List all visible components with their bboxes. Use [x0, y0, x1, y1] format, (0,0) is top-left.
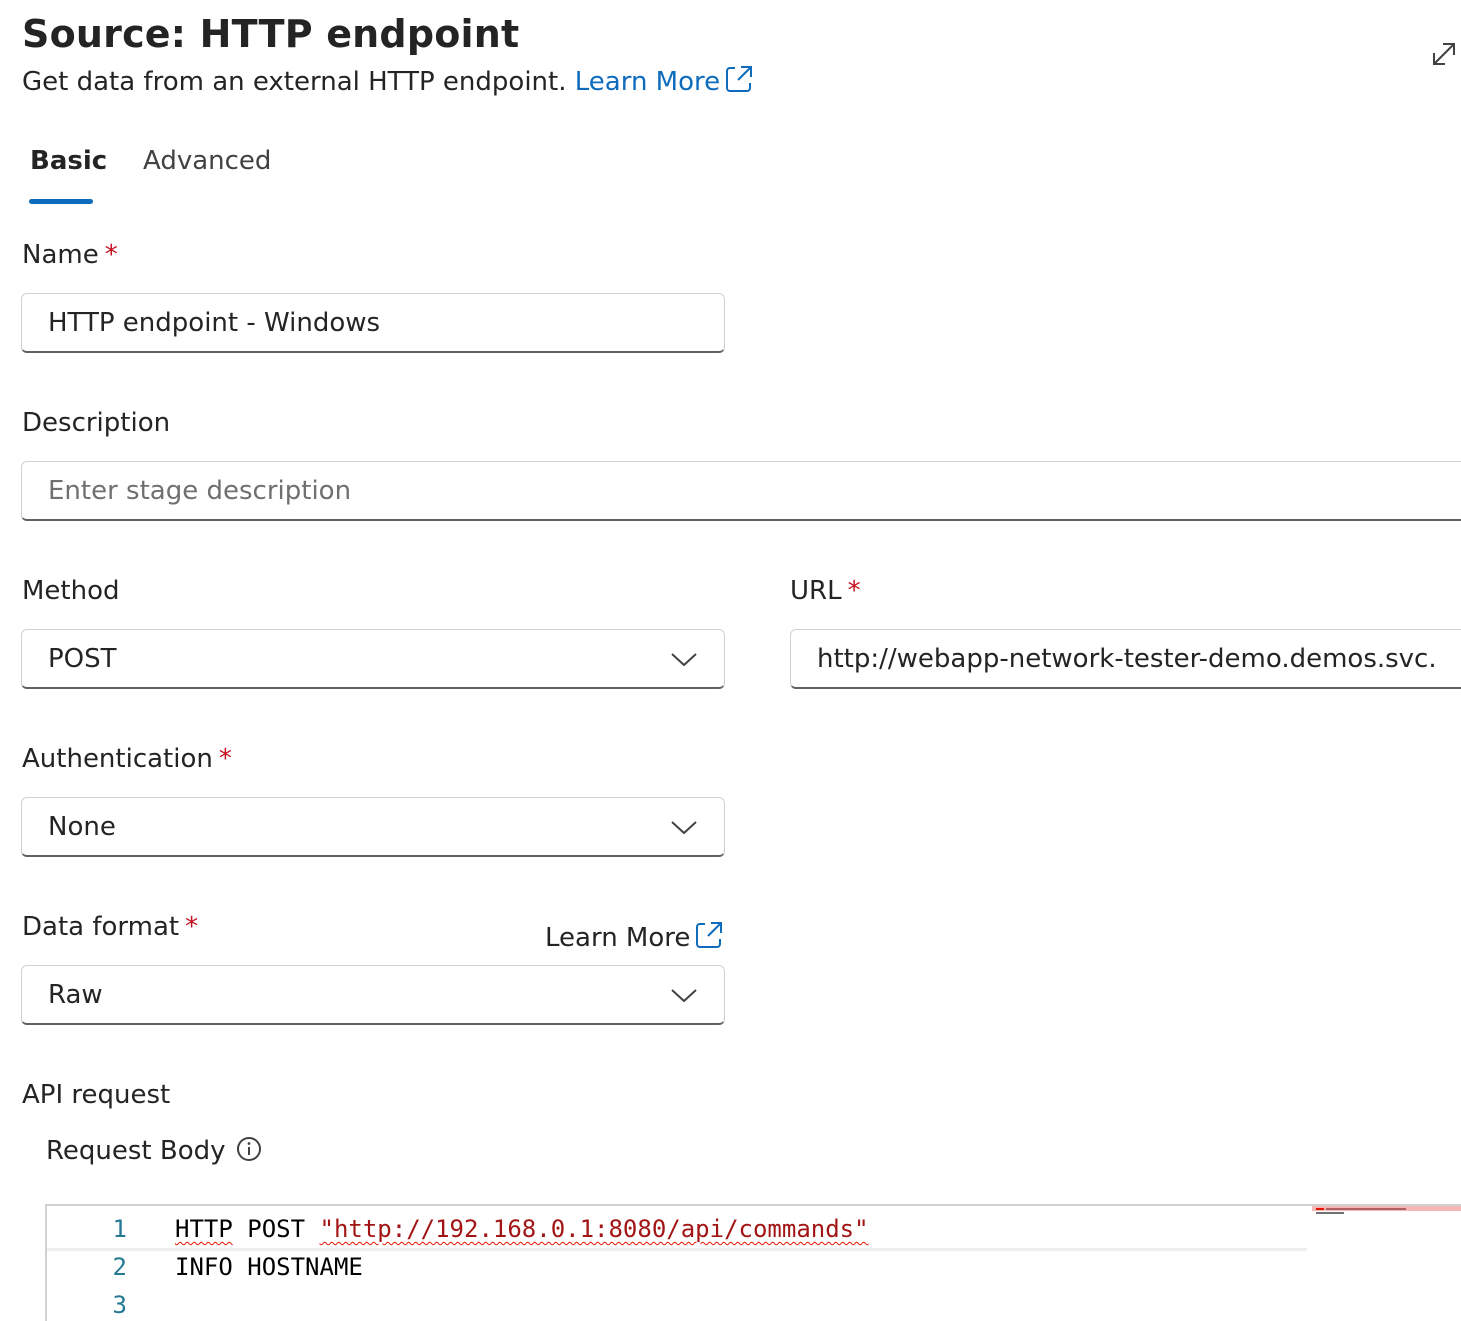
line-number: 2	[112, 1253, 127, 1281]
code-line: 1 HTTP POST "http://192.168.0.1:8080/api…	[47, 1210, 1307, 1251]
data-format-label-text: Data format	[22, 912, 180, 942]
minimap-line	[1316, 1212, 1344, 1214]
description-input[interactable]	[48, 475, 1435, 506]
learn-more-link[interactable]: Learn More	[574, 66, 754, 97]
code-text: POST	[232, 1215, 320, 1243]
method-selected-value: POST	[48, 643, 117, 674]
line-text: INFO HOSTNAME	[175, 1253, 363, 1281]
external-link-icon	[696, 922, 723, 948]
data-format-selected-value: Raw	[48, 979, 103, 1010]
expand-icon[interactable]	[1426, 36, 1461, 72]
authentication-dropdown[interactable]: None	[21, 797, 725, 857]
name-input[interactable]	[48, 307, 698, 338]
line-number: 1	[112, 1215, 127, 1243]
required-asterisk: *	[104, 240, 118, 270]
code-line: 2 INFO HOSTNAME	[47, 1248, 1307, 1286]
data-format-dropdown[interactable]: Raw	[21, 965, 725, 1025]
method-label: Method	[22, 576, 120, 606]
name-field[interactable]	[21, 293, 725, 353]
description-field[interactable]	[21, 461, 1461, 521]
data-format-label: Data format *	[22, 912, 198, 942]
chevron-down-icon	[671, 653, 697, 667]
request-body-editor[interactable]: 1 HTTP POST "http://192.168.0.1:8080/api…	[45, 1204, 1461, 1321]
info-icon[interactable]	[236, 1136, 262, 1162]
code-keyword: HTTP	[175, 1215, 233, 1243]
authentication-label: Authentication *	[22, 744, 232, 774]
url-input[interactable]	[817, 643, 1435, 674]
required-asterisk: *	[847, 576, 861, 606]
tab-selected-indicator	[29, 199, 93, 204]
url-label-text: URL	[790, 576, 842, 606]
request-body-label-text: Request Body	[46, 1136, 226, 1166]
url-label: URL *	[790, 576, 861, 606]
chevron-down-icon	[671, 989, 697, 1003]
external-link-icon	[726, 66, 753, 92]
required-asterisk: *	[185, 912, 199, 942]
page-subtitle: Get data from an external HTTP endpoint.…	[22, 64, 754, 97]
authentication-label-text: Authentication	[22, 744, 213, 774]
learn-more-label: Learn More	[574, 67, 721, 97]
name-label: Name *	[22, 240, 118, 270]
code-string: "http://192.168.0.1:8080/api/commands"	[319, 1215, 869, 1243]
name-label-text: Name	[22, 240, 99, 270]
code-line: 3	[47, 1286, 1307, 1321]
required-asterisk: *	[218, 744, 232, 774]
line-text: HTTP POST "http://192.168.0.1:8080/api/c…	[175, 1210, 869, 1248]
line-number: 3	[112, 1291, 127, 1319]
api-request-label: API request	[22, 1080, 171, 1110]
tab-advanced[interactable]: Advanced	[143, 138, 271, 176]
tab-basic[interactable]: Basic	[30, 138, 107, 176]
description-label: Description	[22, 408, 171, 438]
subtitle-text: Get data from an external HTTP endpoint.	[22, 67, 567, 97]
http-endpoint-source-panel: Source: HTTP endpoint Get data from an e…	[0, 0, 1461, 1321]
url-field[interactable]	[790, 629, 1461, 689]
method-dropdown[interactable]: POST	[21, 629, 725, 689]
editor-minimap[interactable]	[1312, 1206, 1461, 1321]
authentication-selected-value: None	[48, 811, 116, 842]
request-body-label: Request Body	[46, 1136, 262, 1166]
data-format-learn-more-label: Learn More	[545, 923, 691, 953]
data-format-learn-more-link[interactable]: Learn More	[545, 920, 724, 953]
minimap-line	[1316, 1208, 1324, 1210]
chevron-down-icon	[671, 821, 697, 835]
page-title: Source: HTTP endpoint	[22, 12, 520, 56]
minimap-line	[1326, 1208, 1406, 1210]
